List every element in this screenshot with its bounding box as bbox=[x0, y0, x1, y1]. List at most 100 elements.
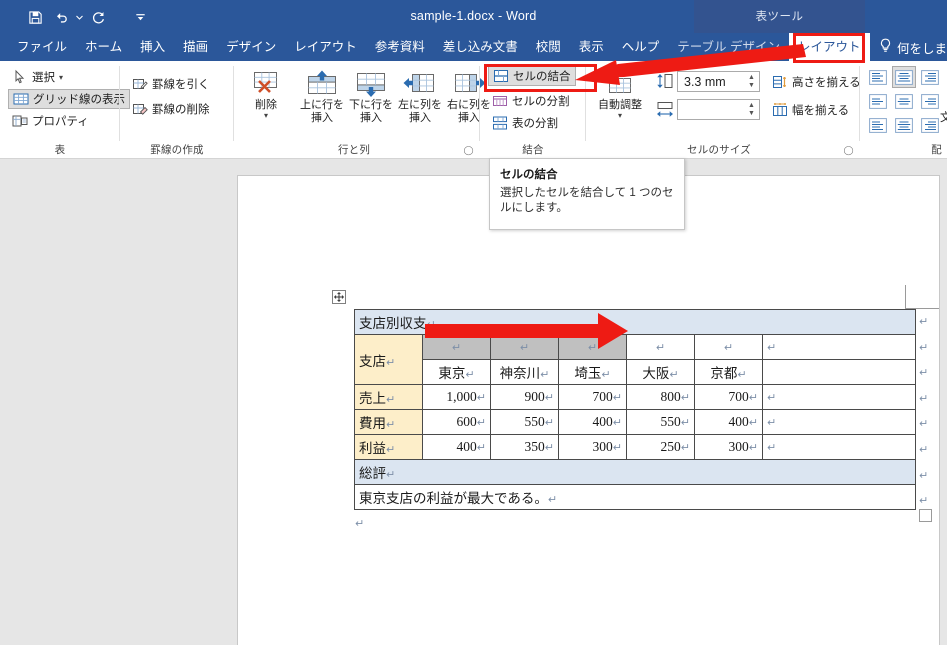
align-middle-center-icon[interactable] bbox=[892, 90, 916, 112]
cell-profit-blank[interactable]: ↵ bbox=[761, 434, 917, 460]
row-label-branch[interactable]: 支店↵ bbox=[354, 334, 423, 385]
cell-cost-4[interactable]: 400↵ bbox=[694, 409, 763, 435]
table-title-cell[interactable]: 支店別収支↵ bbox=[353, 309, 917, 335]
branch-blank-cell-4[interactable]: ↵ bbox=[694, 334, 763, 360]
cell-profit-3[interactable]: 250↵ bbox=[626, 434, 695, 460]
table-row[interactable]: 売上↵ 1,000↵ 900↵ 700↵ 800↵ 700↵ ↵ bbox=[354, 384, 917, 410]
distribute-columns-button[interactable]: 幅を揃える bbox=[768, 100, 853, 120]
split-cells-button[interactable]: セルの分割 bbox=[488, 91, 574, 111]
table-row-summary-text[interactable]: 東京支店の利益が最大である。↵ bbox=[353, 484, 917, 510]
cell-profit-4[interactable]: 300↵ bbox=[694, 434, 763, 460]
cell-profit-2[interactable]: 300↵ bbox=[558, 434, 627, 460]
select-button[interactable]: 選択 ▾ bbox=[8, 67, 67, 87]
cell-sales-0[interactable]: 1,000↵ bbox=[422, 384, 491, 410]
tab-home[interactable]: ホーム bbox=[76, 33, 131, 61]
table-row[interactable]: 費用↵ 600↵ 550↵ 400↵ 550↵ 400↵ ↵ bbox=[354, 409, 917, 435]
branch-blank-cell-5[interactable]: ↵ bbox=[761, 334, 917, 360]
tab-review[interactable]: 校閲 bbox=[527, 33, 570, 61]
view-gridlines-button[interactable]: グリッド線の表示 bbox=[8, 89, 130, 109]
column-width-input[interactable]: ▲ ▼ bbox=[677, 99, 760, 120]
align-middle-right-icon[interactable] bbox=[918, 90, 942, 112]
cell-profit-1[interactable]: 350↵ bbox=[490, 434, 559, 460]
align-bottom-left-icon[interactable] bbox=[866, 114, 890, 136]
align-top-left-icon[interactable] bbox=[866, 66, 890, 88]
tab-draw[interactable]: 描画 bbox=[174, 33, 217, 61]
table-row-title[interactable]: 支店別収支↵ bbox=[353, 309, 917, 335]
table-row-branch-blank[interactable]: 支店↵ ↵ ↵ ↵ ↵ ↵ ↵ bbox=[354, 334, 917, 385]
cell-sales-1[interactable]: 900↵ bbox=[490, 384, 559, 410]
branch-name-blank[interactable] bbox=[761, 359, 917, 385]
align-bottom-center-icon[interactable] bbox=[892, 114, 916, 136]
branch-name-1[interactable]: 神奈川↵ bbox=[490, 359, 559, 385]
autofit-button[interactable]: 自動調整 ▾ bbox=[592, 69, 648, 120]
tab-design[interactable]: デザイン bbox=[217, 33, 285, 61]
draw-table-button[interactable]: 罫線を引く bbox=[128, 74, 214, 94]
distribute-rows-button[interactable]: 高さを揃える bbox=[768, 72, 865, 92]
eraser-button[interactable]: 罫線の削除 bbox=[128, 99, 214, 119]
cell-sales-blank[interactable]: ↵ bbox=[761, 384, 917, 410]
branch-name-3[interactable]: 大阪↵ bbox=[626, 359, 695, 385]
cell-sales-3[interactable]: 800↵ bbox=[626, 384, 695, 410]
split-table-button[interactable]: 表の分割 bbox=[488, 113, 562, 133]
table-row-summary-label[interactable]: 総評↵ bbox=[353, 459, 917, 485]
cell-cost-1[interactable]: 550↵ bbox=[490, 409, 559, 435]
branch-blank-cell-1[interactable]: ↵ bbox=[490, 334, 559, 360]
tab-help[interactable]: ヘルプ bbox=[613, 33, 669, 61]
tab-mailings[interactable]: 差し込み文書 bbox=[434, 33, 527, 61]
cell-cost-3[interactable]: 550↵ bbox=[626, 409, 695, 435]
redo-icon[interactable] bbox=[85, 7, 111, 27]
cell-cost-blank[interactable]: ↵ bbox=[761, 409, 917, 435]
tab-file[interactable]: ファイル bbox=[8, 33, 76, 61]
insert-left-button[interactable]: 左に列を 挿入 bbox=[394, 69, 446, 124]
paragraph-mark: ↵ bbox=[680, 441, 690, 454]
row-height-spinner[interactable]: ▲ ▼ bbox=[744, 72, 759, 91]
paragraph-mark: ↵ bbox=[386, 468, 396, 481]
row-label-cost[interactable]: 費用↵ bbox=[354, 409, 423, 435]
budget-table[interactable]: 支店別収支↵ 支店↵ ↵ ↵ ↵ ↵ ↵ ↵ 東京↵ 神奈川↵ 埼玉↵ 大阪↵ … bbox=[353, 309, 917, 510]
tab-layout[interactable]: レイアウト bbox=[285, 33, 366, 61]
cell-cost-0[interactable]: 600↵ bbox=[422, 409, 491, 435]
save-icon[interactable] bbox=[22, 7, 48, 27]
rows-columns-dialog-launcher[interactable]: ◯ bbox=[463, 145, 474, 156]
branch-blank-cell-3[interactable]: ↵ bbox=[626, 334, 695, 360]
cell-sales-2[interactable]: 700↵ bbox=[558, 384, 627, 410]
insert-above-button[interactable]: 上に行を 挿入 bbox=[296, 69, 348, 124]
tab-view[interactable]: 表示 bbox=[570, 33, 613, 61]
chevron-down-icon[interactable]: ▾ bbox=[592, 111, 648, 120]
branch-name-4[interactable]: 京都↵ bbox=[694, 359, 763, 385]
properties-button[interactable]: プロパティ bbox=[8, 111, 93, 131]
summary-text-cell[interactable]: 東京支店の利益が最大である。↵ bbox=[353, 484, 917, 510]
table-row[interactable]: 利益↵ 400↵ 350↵ 300↵ 250↵ 300↵ ↵ bbox=[354, 434, 917, 460]
tab-insert[interactable]: 挿入 bbox=[131, 33, 174, 61]
cell-profit-0[interactable]: 400↵ bbox=[422, 434, 491, 460]
undo-dropdown-icon[interactable] bbox=[74, 7, 85, 27]
align-bottom-right-icon[interactable] bbox=[918, 114, 942, 136]
customize-qat-icon[interactable] bbox=[127, 7, 153, 27]
cell-size-dialog-launcher[interactable]: ◯ bbox=[843, 145, 854, 156]
chevron-down-icon[interactable]: ▾ bbox=[240, 111, 292, 120]
summary-label-cell[interactable]: 総評↵ bbox=[353, 459, 917, 485]
row-label-sales[interactable]: 売上↵ bbox=[354, 384, 423, 410]
align-middle-left-icon[interactable] bbox=[866, 90, 890, 112]
table-row-branch-names[interactable]: 東京↵ 神奈川↵ 埼玉↵ 大阪↵ 京都↵ bbox=[355, 359, 917, 385]
branch-blank-cell-2[interactable]: ↵ bbox=[558, 334, 627, 360]
branch-name-0[interactable]: 東京↵ bbox=[422, 359, 491, 385]
tell-me-box[interactable]: 何をしま bbox=[879, 33, 947, 61]
row-height-input[interactable]: 3.3 mm ▲ ▼ bbox=[677, 71, 760, 92]
undo-icon[interactable] bbox=[48, 7, 74, 27]
lightbulb-icon bbox=[879, 38, 892, 56]
cell-sales-4[interactable]: 700↵ bbox=[694, 384, 763, 410]
tab-table-design[interactable]: テーブル デザイン bbox=[668, 33, 789, 61]
align-top-right-icon[interactable] bbox=[918, 66, 942, 88]
insert-below-button[interactable]: 下に行を 挿入 bbox=[345, 69, 397, 124]
branch-blank-cell-0[interactable]: ↵ bbox=[422, 334, 491, 360]
delete-button[interactable]: 削除 ▾ bbox=[240, 69, 292, 120]
title-bar: 表ツール sample-1.docx - Word bbox=[0, 0, 947, 33]
branch-name-2[interactable]: 埼玉↵ bbox=[558, 359, 627, 385]
align-top-center-icon[interactable] bbox=[892, 66, 916, 88]
cell-cost-2[interactable]: 400↵ bbox=[558, 409, 627, 435]
column-width-spinner[interactable]: ▲ ▼ bbox=[744, 100, 759, 119]
row-label-profit[interactable]: 利益↵ bbox=[354, 434, 423, 460]
table-move-handle[interactable] bbox=[332, 290, 346, 304]
tab-references[interactable]: 参考資料 bbox=[366, 33, 434, 61]
